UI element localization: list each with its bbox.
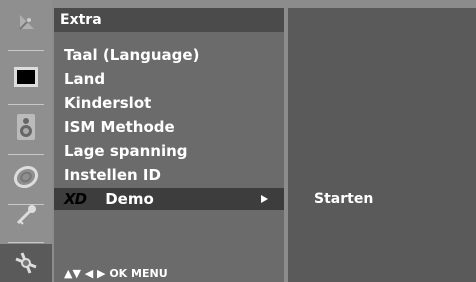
arrow-right-icon: [261, 195, 268, 203]
sidebar-item-time[interactable]: [0, 158, 52, 196]
sidebar-item-sound[interactable]: [0, 108, 52, 146]
speaker-icon: [17, 114, 35, 140]
clock-icon: [13, 165, 39, 189]
menu-item-low-power[interactable]: Lage spanning: [54, 140, 284, 162]
satellite-dish-icon: [19, 15, 34, 30]
menu-item-xd-demo[interactable]: XD Demo: [54, 188, 284, 210]
menu-item-set-id[interactable]: Instellen ID: [54, 164, 284, 186]
menu-item-language[interactable]: Taal (Language): [54, 44, 284, 66]
sidebar-item-picture[interactable]: [0, 58, 52, 96]
submenu-panel: Starten: [288, 8, 476, 282]
key-icon: [16, 205, 36, 225]
menu-item-ism-method[interactable]: ISM Methode: [54, 116, 284, 138]
start-option[interactable]: Starten: [314, 189, 373, 209]
sidebar: [0, 0, 52, 282]
sidebar-item-extra[interactable]: [0, 244, 52, 282]
navigation-hint: ▲▼ ◀ ▶ OK MENU: [64, 267, 168, 280]
gear-icon: [15, 252, 37, 274]
extra-menu: Extra Taal (Language) Land Kinderslot IS…: [54, 8, 284, 282]
menu-title: Extra: [54, 8, 284, 32]
sidebar-item-installation[interactable]: [0, 4, 52, 42]
sidebar-item-lock[interactable]: [0, 196, 52, 234]
xd-logo: XD: [64, 190, 87, 208]
picture-icon: [14, 67, 38, 87]
menu-item-label: Demo: [105, 190, 154, 208]
menu-item-child-lock[interactable]: Kinderslot: [54, 92, 284, 114]
menu-item-country[interactable]: Land: [54, 68, 284, 90]
